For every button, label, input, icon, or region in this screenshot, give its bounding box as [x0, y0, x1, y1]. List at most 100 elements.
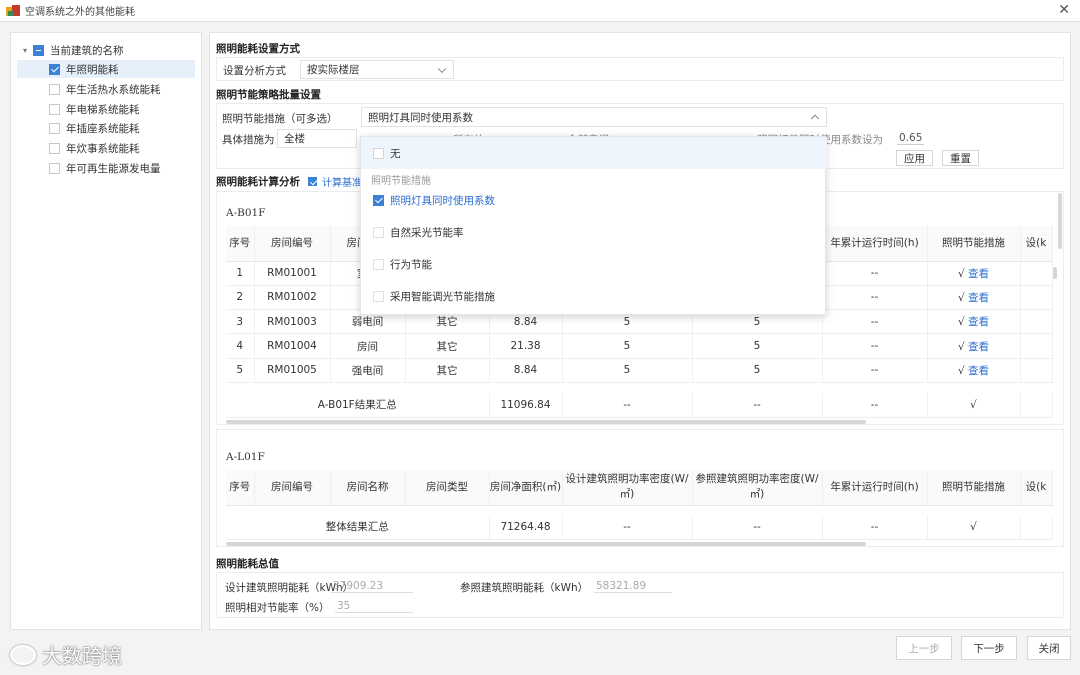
totals-section-title: 照明能耗总值: [216, 558, 279, 570]
tree-root-label: 当前建筑的名称: [50, 44, 124, 57]
tree-item-label: 年炊事系统能耗: [66, 142, 140, 155]
outer-vertical-scrollbar[interactable]: [1058, 193, 1062, 249]
strategy-section-title: 照明节能策略批量设置: [216, 89, 321, 101]
dropdown-option[interactable]: 自然采光节能率: [373, 225, 464, 240]
dropdown-option[interactable]: 采用智能调光节能措施: [373, 289, 495, 304]
summary-row-total: 整体结果汇总 71264.48 -- -- -- √: [226, 515, 1053, 540]
tree-item-renewable[interactable]: 年可再生能源发电量: [49, 159, 161, 177]
tree-item-hot-water[interactable]: 年生活热水系统能耗: [49, 80, 161, 98]
calc-baseline-toggle[interactable]: 计算基准: [308, 172, 362, 190]
floor-name: A-L01F: [226, 451, 265, 463]
vertical-scrollbar[interactable]: [1053, 267, 1057, 279]
calc-baseline-checkbox[interactable]: [308, 176, 317, 186]
option-checkbox[interactable]: [373, 259, 384, 270]
dropdown-option-none[interactable]: 无: [361, 137, 827, 169]
cell-room-name: 房间: [330, 333, 406, 359]
summary-extra: [1020, 515, 1053, 540]
tree-item-label: 年照明能耗: [66, 63, 119, 76]
mode-section-title: 照明能耗设置方式: [216, 43, 300, 55]
col-measure: 照明节能措施: [927, 226, 1021, 262]
col-room-id: 房间编号: [254, 226, 331, 262]
tree-root[interactable]: ▾ 当前建筑的名称: [23, 41, 124, 59]
check-mark: √: [957, 364, 965, 377]
tree-item-checkbox[interactable]: [49, 162, 60, 174]
collapse-caret-icon[interactable]: ▾: [23, 46, 33, 55]
col-room-name: 房间名称: [330, 470, 406, 506]
horizontal-scrollbar[interactable]: [226, 542, 866, 546]
prev-step-button[interactable]: 上一步: [896, 636, 952, 660]
tree-item-checkbox[interactable]: [49, 63, 60, 75]
tree-item-checkbox[interactable]: [49, 142, 60, 154]
col-room-id: 房间编号: [254, 470, 331, 506]
summary-measure: √: [927, 515, 1021, 540]
tree-item-checkbox[interactable]: [49, 83, 60, 95]
summary-label: A-B01F结果汇总: [226, 393, 490, 418]
coef-input[interactable]: 0.65: [897, 132, 925, 145]
close-window-icon[interactable]: ✕: [1058, 2, 1070, 18]
tree-item-socket[interactable]: 年插座系统能耗: [49, 119, 140, 137]
cell-room-id: RM01004: [254, 333, 331, 359]
check-mark: √: [957, 291, 965, 304]
measure-select[interactable]: 照明灯具同时使用系数: [361, 107, 827, 127]
close-button[interactable]: 关闭: [1027, 636, 1071, 660]
cell-room-id: RM01005: [254, 358, 331, 383]
view-link[interactable]: 查看: [968, 292, 989, 304]
cell-measure: √ 查看: [927, 285, 1021, 311]
summary-row: A-B01F结果汇总 11096.84 -- -- -- √: [226, 393, 1053, 418]
horizontal-scrollbar[interactable]: [226, 420, 866, 424]
main-panel: 照明能耗设置方式 设置分析方式 按实际楼层 照明节能策略批量设置 照明节能措施（…: [209, 32, 1071, 630]
col-seq: 序号: [226, 470, 255, 506]
cell-seq: 2: [226, 285, 255, 311]
mode-select[interactable]: 按实际楼层: [300, 60, 454, 79]
view-link[interactable]: 查看: [968, 341, 989, 353]
table-row[interactable]: 4 RM01004 房间 其它 21.38 5 5 -- √ 查看: [226, 333, 1053, 359]
col-measure: 照明节能措施: [927, 470, 1021, 506]
cell-room-id: RM01003: [254, 309, 331, 335]
design-energy-field: 37909.23: [331, 580, 413, 593]
cell-measure: √ 查看: [927, 309, 1021, 335]
next-step-button[interactable]: 下一步: [961, 636, 1017, 660]
summary-extra: [1020, 393, 1053, 418]
option-label: 采用智能调光节能措施: [390, 291, 495, 303]
check-mark: √: [957, 267, 965, 280]
summary-area: 71264.48: [489, 515, 563, 540]
col-area: 房间净面积(㎡): [489, 470, 563, 506]
tree-item-checkbox[interactable]: [49, 122, 60, 134]
option-checkbox[interactable]: [373, 227, 384, 238]
tree-item-cooking[interactable]: 年炊事系统能耗: [49, 139, 140, 157]
option-checkbox[interactable]: [373, 148, 384, 159]
view-link[interactable]: 查看: [968, 365, 989, 377]
tree-item-checkbox[interactable]: [49, 103, 60, 115]
dropdown-option[interactable]: 行为节能: [373, 257, 432, 272]
tree-item-lighting[interactable]: 年照明能耗: [17, 60, 195, 78]
tree-root-checkbox[interactable]: [33, 44, 44, 56]
apply-to-select[interactable]: 全楼: [277, 129, 357, 148]
room-table-l01f: 序号 房间编号 房间名称 房间类型 房间净面积(㎡) 设计建筑照明功率密度(W/…: [226, 470, 1053, 506]
watermark-text: 大数跨境: [42, 644, 122, 668]
option-checkbox[interactable]: [373, 291, 384, 302]
option-checkbox[interactable]: [373, 195, 384, 206]
calc-baseline-label: 计算基准: [322, 177, 362, 189]
watermark-logo-icon: [10, 644, 36, 665]
view-link[interactable]: 查看: [968, 316, 989, 328]
col-hours: 年累计运行时间(h): [822, 470, 928, 506]
col-hours: 年累计运行时间(h): [822, 226, 928, 262]
tree-item-label: 年电梯系统能耗: [66, 103, 140, 116]
dropdown-option[interactable]: 照明灯具同时使用系数: [373, 193, 495, 208]
col-room-type: 房间类型: [405, 470, 490, 506]
table-row[interactable]: 5 RM01005 强电间 其它 8.84 5 5 -- √ 查看: [226, 358, 1053, 383]
measure-label: 照明节能措施（可多选）: [222, 113, 338, 125]
option-none-row[interactable]: 无: [373, 146, 401, 161]
cell-measure: √ 查看: [927, 358, 1021, 383]
summary-ref-density: --: [692, 393, 823, 418]
reset-button[interactable]: 重置: [942, 150, 979, 166]
tree-item-elevator[interactable]: 年电梯系统能耗: [49, 100, 140, 118]
tree-item-label: 年插座系统能耗: [66, 122, 140, 135]
cell-hours: --: [822, 358, 928, 383]
view-link[interactable]: 查看: [968, 268, 989, 280]
apply-button[interactable]: 应用: [896, 150, 933, 166]
chevron-up-icon: [810, 114, 820, 124]
cell-extra: [1020, 261, 1053, 286]
cell-extra: [1020, 285, 1053, 311]
option-label: 自然采光节能率: [390, 227, 464, 239]
